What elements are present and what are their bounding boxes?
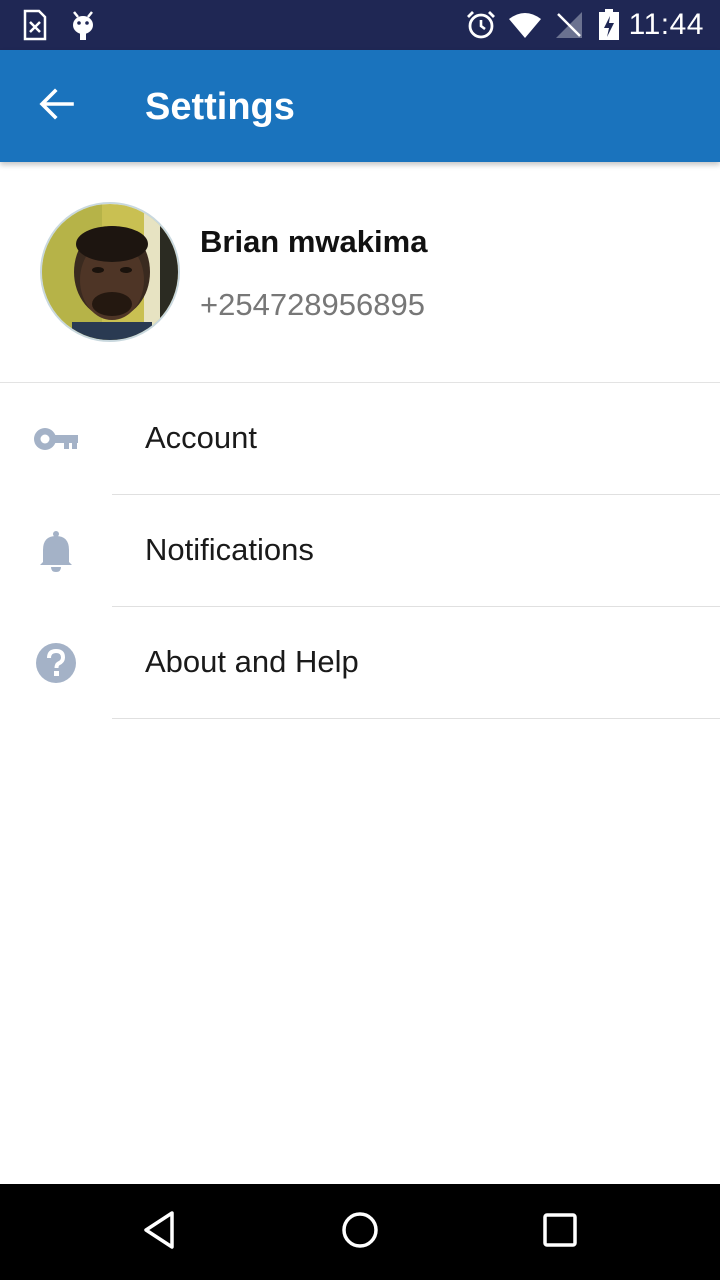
system-nav-bar (0, 1184, 720, 1280)
recents-square-icon (540, 1210, 580, 1255)
app-bar: Settings (0, 50, 720, 162)
avatar[interactable] (40, 202, 180, 342)
nav-recents-button[interactable] (530, 1202, 590, 1262)
alarm-icon (464, 8, 498, 42)
battery-charging-icon (592, 8, 626, 42)
profile-section[interactable]: Brian mwakima +254728956895 (0, 162, 720, 383)
home-circle-icon (340, 1210, 380, 1255)
sim-card-error-icon (18, 8, 52, 42)
profile-name: Brian mwakima (200, 224, 428, 259)
android-debug-icon (66, 8, 100, 42)
back-button[interactable] (24, 76, 88, 136)
divider (112, 718, 720, 719)
menu-item-account[interactable]: Account (0, 383, 720, 495)
page-title: Settings (145, 86, 295, 128)
menu-item-notifications[interactable]: Notifications (0, 495, 720, 607)
settings-menu: Account Notifications About and Help (0, 383, 720, 719)
nav-home-button[interactable] (330, 1202, 390, 1262)
help-circle-icon (28, 641, 84, 685)
menu-item-label: About and Help (145, 644, 359, 679)
no-signal-icon (552, 8, 586, 42)
menu-item-label: Account (145, 420, 258, 455)
wifi-icon (508, 8, 542, 42)
status-time: 11:44 (628, 8, 704, 41)
profile-phone: +254728956895 (200, 287, 425, 322)
status-bar: 11:44 (0, 0, 720, 50)
nav-back-button[interactable] (130, 1202, 190, 1262)
arrow-back-icon (38, 87, 74, 125)
key-icon (28, 417, 84, 461)
menu-item-label: Notifications (145, 532, 314, 567)
back-triangle-icon (140, 1210, 180, 1255)
menu-item-about-help[interactable]: About and Help (0, 607, 720, 719)
bell-icon (28, 529, 84, 573)
